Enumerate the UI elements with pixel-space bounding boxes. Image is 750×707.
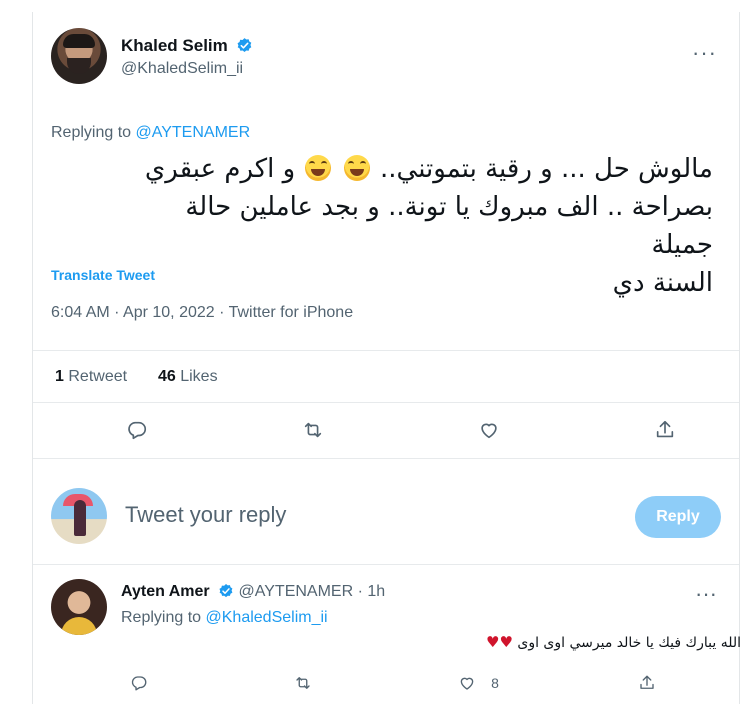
retweet-count: 1 <box>55 368 64 385</box>
retweet-button[interactable] <box>297 414 329 446</box>
reply-replying-to-line: Replying to @KhaledSelim_ii <box>121 609 328 627</box>
reply-button[interactable] <box>121 414 153 446</box>
retweet-icon <box>304 422 322 438</box>
tweet-stats: 1 Retweet 46 Likes <box>55 368 218 386</box>
tweet-detail-panel: Khaled Selim @KhaledSelim_ii ··· Replyin… <box>32 12 741 707</box>
reply-author-display-name[interactable]: Ayten Amer <box>121 583 210 600</box>
joy-emoji-icon <box>305 155 332 181</box>
like-button[interactable] <box>473 414 505 446</box>
red-heart-emoji-icon: ♥♥ <box>486 633 513 651</box>
reply-text: الله يبارك فيك يا خالد ميرسي اوى اوى ♥♥ <box>121 633 741 651</box>
reply-replying-prefix: Replying to <box>121 609 202 626</box>
reply-input[interactable]: Tweet your reply <box>125 502 286 528</box>
reply-replying-to-link[interactable]: @KhaledSelim_ii <box>206 609 328 626</box>
separator-dot: · <box>357 583 363 600</box>
retweet-label: Retweet <box>68 368 128 385</box>
divider <box>33 458 739 459</box>
reply-more-options-icon[interactable]: ··· <box>695 583 717 605</box>
reply-like-icon-wrap <box>451 667 483 699</box>
tweet-text-part-2: و اكرم عبقري <box>144 154 296 184</box>
reply-retweet-button[interactable] <box>287 667 319 699</box>
verified-badge-icon <box>219 584 233 598</box>
divider <box>33 564 739 565</box>
reply-reply-button[interactable] <box>123 667 155 699</box>
author-handle[interactable]: @KhaledSelim_ii <box>121 60 253 78</box>
share-icon <box>656 420 674 438</box>
author-name-block: Khaled Selim @KhaledSelim_ii <box>121 36 253 78</box>
reply-author-handle[interactable]: @AYTENAMER <box>239 583 354 600</box>
heart-icon <box>460 677 474 690</box>
replying-to-line: Replying to @AYTENAMER <box>51 124 250 142</box>
retweet-stat[interactable]: 1 Retweet <box>55 368 127 385</box>
tweet-header: Khaled Selim @KhaledSelim_ii ··· <box>51 28 739 98</box>
reply-text-body: الله يبارك فيك يا خالد ميرسي اوى اوى <box>517 635 741 651</box>
reply-submit-button[interactable]: Reply <box>635 496 721 538</box>
reply-tweet[interactable]: Ayten Amer @AYTENAMER · 1h ··· Replying … <box>51 577 741 707</box>
reply-icon <box>128 421 147 440</box>
more-options-icon[interactable]: ··· <box>692 42 717 64</box>
likes-label: Likes <box>180 368 218 385</box>
reply-actions: 8 <box>123 669 663 697</box>
tweet-text-line-2: بصراحة .. الف مبروك يا تونة.. و بجد عامل… <box>185 192 713 260</box>
tweet-text-line-3: السنة دي <box>612 268 713 298</box>
tweet-actions <box>121 412 681 448</box>
tweet-timestamp[interactable]: 6:04 AM · Apr 10, 2022 · Twitter for iPh… <box>51 304 353 322</box>
share-icon <box>640 675 654 689</box>
reply-timestamp[interactable]: 1h <box>367 583 385 600</box>
author-avatar[interactable] <box>51 28 107 84</box>
verified-badge-icon <box>237 38 252 52</box>
likes-stat[interactable]: 46 Likes <box>158 368 218 385</box>
tweet-text: مالوش حل ... و رقية بتموتني.. و اكرم عبق… <box>133 150 713 302</box>
current-user-avatar[interactable] <box>51 488 107 544</box>
replying-prefix: Replying to <box>51 124 132 141</box>
translate-tweet-link[interactable]: Translate Tweet <box>51 267 155 283</box>
reply-icon <box>131 676 147 691</box>
joy-emoji-icon <box>343 155 370 181</box>
replying-to-link[interactable]: @AYTENAMER <box>136 124 251 141</box>
divider <box>33 402 739 403</box>
author-display-name[interactable]: Khaled Selim <box>121 36 228 55</box>
reply-author-line: Ayten Amer @AYTENAMER · 1h <box>121 583 385 601</box>
reply-composer: Tweet your reply Reply <box>51 482 721 552</box>
heart-icon <box>481 423 497 439</box>
reply-author-avatar[interactable] <box>51 579 107 635</box>
retweet-icon <box>296 677 310 689</box>
share-button[interactable] <box>649 414 681 446</box>
tweet-text-part-1: مالوش حل ... و رقية بتموتني.. <box>380 154 713 184</box>
reply-like-count: 8 <box>491 675 499 691</box>
likes-count: 46 <box>157 368 176 385</box>
reply-share-button[interactable] <box>631 667 663 699</box>
reply-like-button[interactable]: 8 <box>451 667 499 699</box>
divider <box>33 350 739 351</box>
